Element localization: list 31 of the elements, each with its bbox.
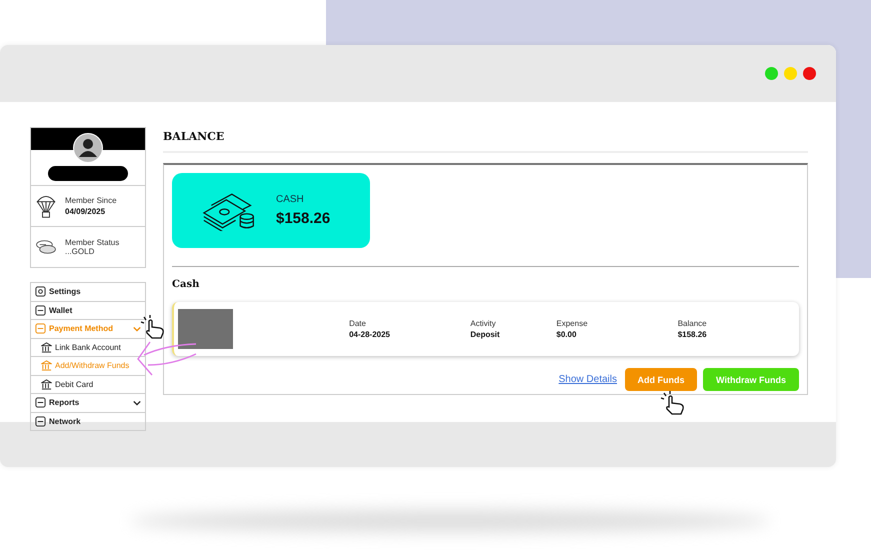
member-status-value: ...GOLD — [65, 247, 96, 256]
field-label: Activity — [470, 319, 497, 328]
member-since-value: 04/09/2025 — [65, 207, 106, 216]
avatar-icon — [73, 133, 103, 163]
field-value: $0.00 — [556, 330, 578, 339]
pointer-hand-icon — [140, 315, 166, 339]
cash-heading: Cash — [172, 279, 200, 290]
field-label: Date — [349, 319, 367, 328]
field-value: $158.26 — [678, 330, 708, 339]
field-label: Expense — [556, 319, 589, 328]
balance-heading: BALANCE — [163, 130, 808, 153]
sidebar-subitem[interactable]: Debit Card — [31, 376, 145, 394]
member-status-label: Member Status — [65, 238, 120, 247]
parachute-icon — [35, 193, 57, 219]
sidebar-item[interactable]: Wallet — [31, 302, 145, 320]
window-control[interactable] — [765, 67, 778, 80]
cash-amount: $158.26 — [276, 210, 330, 227]
sidebar-subitem[interactable]: Link Bank Account — [31, 338, 145, 357]
sidebar-item[interactable]: Reports — [31, 394, 145, 412]
bank-icon — [41, 342, 52, 353]
caret-icon[interactable] — [133, 400, 141, 406]
image-placeholder — [178, 309, 234, 349]
field-value: Deposit — [470, 330, 501, 339]
sidebar-item[interactable]: Settings — [31, 283, 145, 302]
show-details-link[interactable]: Show Details — [558, 374, 617, 385]
field-label: Balance — [678, 319, 708, 328]
cash-label: CASH — [276, 194, 305, 205]
field-value: 04-28-2025 — [349, 330, 391, 339]
member-since-label: Member Since — [65, 196, 117, 205]
pointer-hand-icon — [660, 391, 686, 415]
window-control[interactable] — [803, 67, 816, 80]
